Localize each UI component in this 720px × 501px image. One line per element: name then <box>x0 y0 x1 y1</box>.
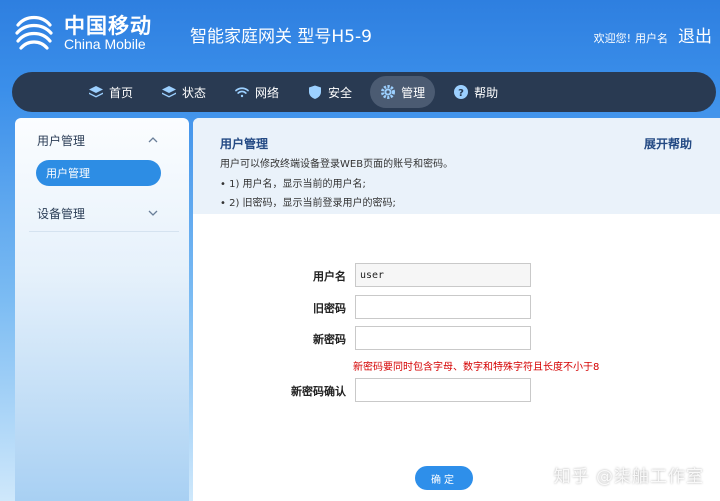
username-text: 用户名 <box>635 32 668 45</box>
nav-item-status[interactable]: 状态 <box>151 76 216 108</box>
nav-item-management[interactable]: 管理 <box>370 76 436 108</box>
main-panel: 用户管理 展开帮助 用户可以修改终端设备登录WEB页面的账号和密码。 • 1) … <box>193 118 720 501</box>
new-password-field[interactable] <box>355 326 531 350</box>
new-password-label: 新密码 <box>313 333 346 346</box>
username-label: 用户名 <box>313 270 346 283</box>
password-hint: 新密码要同时包含字母、数字和特殊字符且长度不小于8 <box>353 362 600 373</box>
layers-icon <box>161 84 177 100</box>
nav-item-label: 管理 <box>401 85 426 100</box>
watermark: 知乎 @柒舳工作室 <box>553 467 704 487</box>
old-password-label: 旧密码 <box>313 302 346 315</box>
chevron-down-icon <box>147 207 159 219</box>
nav-item-help[interactable]: ? 帮助 <box>443 76 508 108</box>
shield-icon <box>307 84 323 100</box>
sidebar-group-label: 用户管理 <box>37 133 86 148</box>
new-password-row: 新密码 <box>193 326 720 350</box>
sidebar-item-user-management[interactable]: 用户管理 <box>36 160 161 186</box>
sidebar-group-label: 设备管理 <box>37 206 86 221</box>
nav-item-label: 首页 <box>109 85 134 100</box>
expand-help-link[interactable]: 展开帮助 <box>644 135 692 152</box>
help-title: 用户管理 <box>220 137 269 151</box>
wifi-icon <box>234 84 250 100</box>
help-line: • 1) 用户名，显示当前的用户名; <box>220 179 366 190</box>
old-password-field[interactable] <box>355 295 531 319</box>
gear-icon <box>380 84 396 100</box>
user-box: 欢迎您! 用户名 退出 <box>594 22 712 47</box>
sidebar-group-device-management[interactable]: 设备管理 <box>15 195 189 231</box>
main-nav: 首页 状态 网络 安全 管理 ? 帮助 <box>12 72 716 112</box>
nav-item-network[interactable]: 网络 <box>224 76 289 108</box>
confirm-password-row: 新密码确认 <box>193 378 720 402</box>
nav-item-label: 帮助 <box>474 85 499 100</box>
sidebar-group-user-management[interactable]: 用户管理 <box>15 122 189 158</box>
confirm-button[interactable]: 确定 <box>415 466 473 490</box>
help-line: • 2) 旧密码，显示当前登录用户的密码; <box>220 198 396 209</box>
help-icon: ? <box>453 84 469 100</box>
nav-item-label: 网络 <box>255 85 280 100</box>
logout-link[interactable]: 退出 <box>678 22 712 47</box>
layers-icon <box>88 84 104 100</box>
help-panel: 用户管理 展开帮助 用户可以修改终端设备登录WEB页面的账号和密码。 • 1) … <box>193 118 720 214</box>
nav-item-label: 状态 <box>182 85 207 100</box>
welcome-text: 欢迎您! <box>593 32 631 45</box>
nav-item-label: 安全 <box>328 85 353 100</box>
brand-name-cn: 中国移动 <box>64 13 152 38</box>
help-line: 用户可以修改终端设备登录WEB页面的账号和密码。 <box>220 159 454 170</box>
nav-item-home[interactable]: 首页 <box>78 76 143 108</box>
svg-text:?: ? <box>458 88 464 99</box>
confirm-password-field[interactable] <box>355 378 531 402</box>
nav-item-security[interactable]: 安全 <box>297 76 362 108</box>
china-mobile-logo: 中国移动 China Mobile <box>12 10 162 56</box>
device-title: 智能家庭网关 型号H5-9 <box>190 27 372 47</box>
china-mobile-logo-icon <box>12 11 56 55</box>
header-bar: 中国移动 China Mobile 智能家庭网关 型号H5-9 欢迎您! 用户名… <box>0 0 720 70</box>
confirm-password-label: 新密码确认 <box>291 385 346 398</box>
sidebar: 用户管理 用户管理 设备管理 <box>15 118 189 501</box>
username-row: 用户名 <box>193 263 720 287</box>
sidebar-item-label: 用户管理 <box>46 167 90 180</box>
brand-name-en: China Mobile <box>64 35 146 52</box>
username-field[interactable] <box>355 263 531 287</box>
sidebar-divider <box>29 231 179 232</box>
old-password-row: 旧密码 <box>193 295 720 319</box>
chevron-up-icon <box>147 134 159 146</box>
